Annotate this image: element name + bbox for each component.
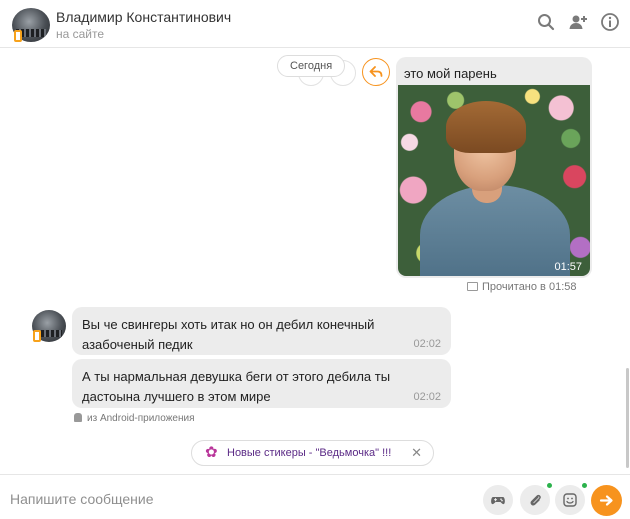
reply-icon[interactable] — [362, 58, 390, 86]
outgoing-message[interactable]: это мой парень 01:57 — [396, 57, 592, 278]
paperclip-icon[interactable] — [520, 485, 550, 515]
gamepad-icon[interactable] — [483, 485, 513, 515]
message-text: это мой парень — [404, 66, 497, 81]
sticker-promo-text[interactable]: Новые стикеры - "Ведьмочка" !!! — [227, 447, 391, 459]
message-list[interactable]: Сегодня это мой парень 01:57 Прочитано в… — [0, 48, 630, 474]
photo-attachment[interactable]: 01:57 — [398, 85, 590, 276]
read-receipt-icon — [467, 282, 478, 291]
contact-status: на сайте — [56, 27, 105, 41]
date-separator: Сегодня — [277, 55, 346, 77]
read-receipt: Прочитано в 01:58 — [467, 281, 576, 293]
add-user-icon[interactable] — [568, 12, 588, 32]
message-text: Вы че свингеры хоть итак но он дебил кон… — [82, 317, 375, 352]
message-time: 02:02 — [413, 338, 441, 350]
mobile-badge-icon — [33, 330, 41, 342]
contact-name[interactable]: Владимир Константинович — [56, 9, 231, 25]
android-icon — [74, 413, 82, 422]
message-source-text: из Android-приложения — [87, 413, 195, 424]
message-time: 01:57 — [554, 261, 582, 273]
incoming-message[interactable]: А ты нармальная девушка беги от этого де… — [72, 359, 451, 408]
send-button[interactable] — [591, 485, 622, 516]
smiley-icon[interactable] — [555, 485, 585, 515]
read-receipt-text: Прочитано в 01:58 — [482, 281, 577, 293]
message-text: А ты нармальная девушка беги от этого де… — [82, 369, 391, 404]
sticker-notification-dot — [582, 483, 587, 488]
scrollbar-thumb[interactable] — [626, 368, 629, 468]
send-icon — [599, 495, 613, 506]
message-input[interactable] — [10, 491, 430, 507]
scrollbar[interactable] — [625, 48, 630, 474]
message-composer — [0, 474, 630, 519]
message-source: из Android-приложения — [74, 413, 194, 424]
message-time: 02:02 — [413, 391, 441, 403]
attachment-notification-dot — [547, 483, 552, 488]
close-icon[interactable]: ✕ — [411, 445, 422, 461]
info-icon[interactable] — [600, 12, 620, 32]
search-icon[interactable] — [536, 12, 556, 32]
mobile-badge-icon — [14, 30, 22, 42]
star-sticker-icon: ✿ — [205, 444, 218, 461]
photo-hair — [446, 101, 526, 153]
incoming-message[interactable]: Вы че свингеры хоть итак но он дебил кон… — [72, 307, 451, 355]
sticker-promo-banner[interactable]: ✿ Новые стикеры - "Ведьмочка" !!! ✕ — [191, 440, 434, 466]
chat-header: Владимир Константинович на сайте — [0, 0, 630, 48]
